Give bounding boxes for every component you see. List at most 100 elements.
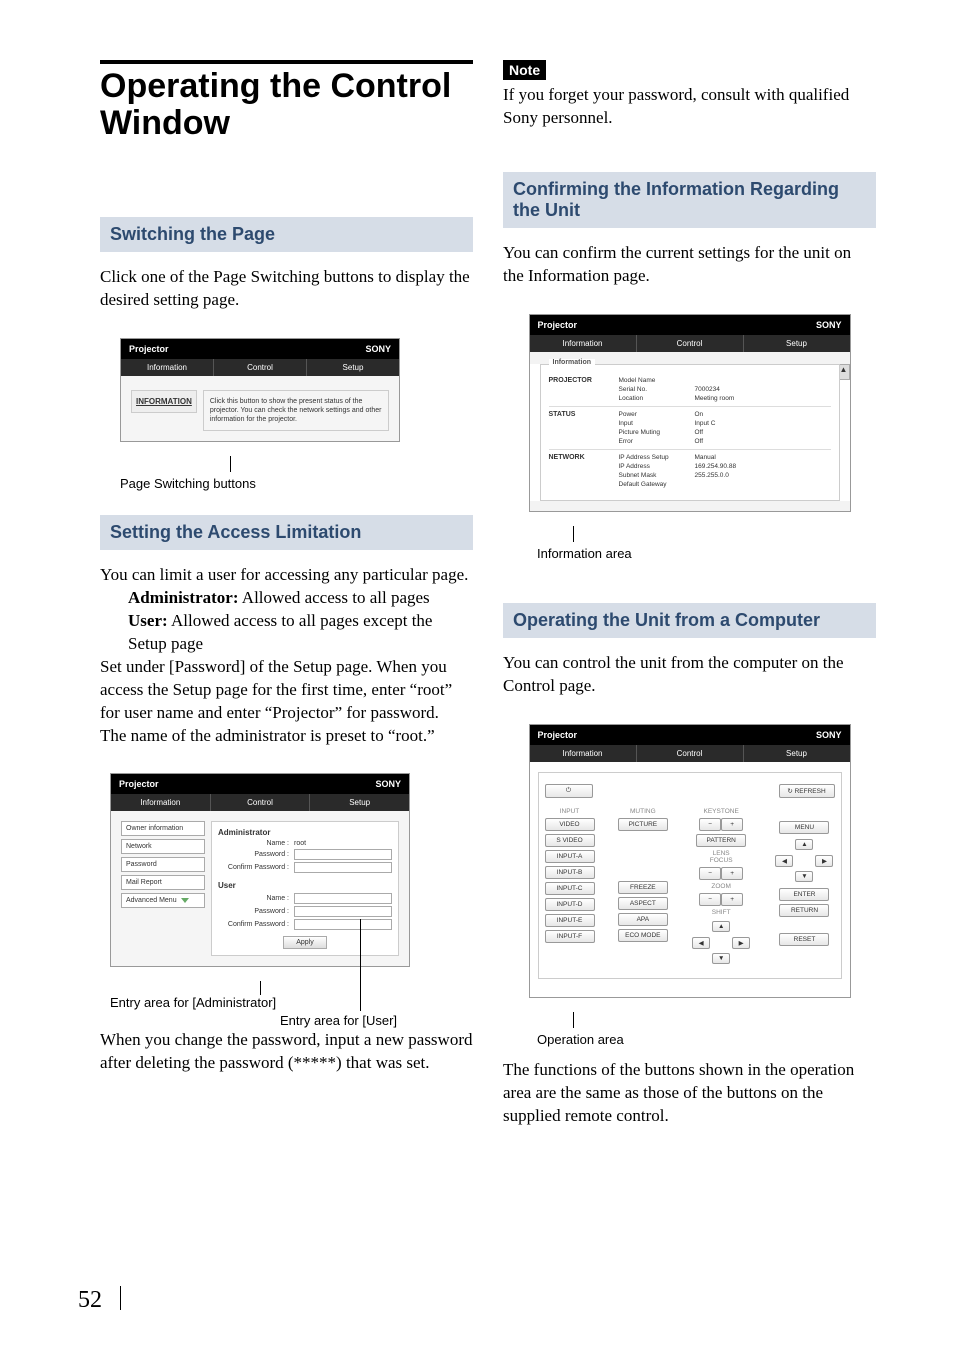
- admin-text: Allowed access to all pages: [238, 588, 429, 607]
- aspect-button[interactable]: ASPECT: [618, 897, 668, 910]
- v-power: On: [695, 411, 831, 418]
- user-text: Allowed access to all pages except the S…: [128, 611, 432, 653]
- caption-user-area: Entry area for [User]: [280, 1013, 397, 1028]
- input-c[interactable]: INPUT-C: [545, 882, 595, 895]
- arrow-down-icon[interactable]: ▼: [795, 871, 813, 882]
- tab-setup[interactable]: Setup: [744, 335, 850, 352]
- confirm-intro: You can confirm the current settings for…: [503, 242, 876, 288]
- return-button[interactable]: RETURN: [779, 904, 829, 917]
- user-label: User:: [128, 611, 168, 630]
- note-text: If you forget your password, consult wit…: [503, 84, 876, 130]
- muting-picture[interactable]: PICTURE: [618, 818, 668, 831]
- tab-information[interactable]: Information: [121, 359, 214, 376]
- k-ip: IP Address: [619, 463, 691, 470]
- input-f[interactable]: INPUT-F: [545, 930, 595, 943]
- access-p3: The name of the administrator is preset …: [100, 725, 473, 748]
- section-switching: Switching the Page: [100, 217, 473, 252]
- tab-control[interactable]: Control: [637, 745, 744, 762]
- shift-right[interactable]: ▶: [732, 937, 750, 949]
- tab-setup[interactable]: Setup: [307, 359, 399, 376]
- side-mail-report[interactable]: Mail Report: [121, 875, 205, 890]
- shift-left[interactable]: ◀: [692, 937, 710, 949]
- brand-sony: SONY: [375, 779, 401, 789]
- access-intro: You can limit a user for accessing any p…: [100, 564, 473, 587]
- zoom-minus[interactable]: −: [699, 893, 721, 906]
- tab-setup[interactable]: Setup: [744, 745, 850, 762]
- focus-minus[interactable]: −: [699, 867, 721, 880]
- keystone-label: KEYSTONE: [704, 808, 739, 815]
- k-muting: Picture Muting: [619, 429, 691, 436]
- reset-button[interactable]: RESET: [779, 933, 829, 946]
- tab-control[interactable]: Control: [637, 335, 744, 352]
- tab-information[interactable]: Information: [530, 335, 637, 352]
- enter-button[interactable]: ENTER: [779, 888, 829, 901]
- lens-focus-label: LENS FOCUS: [710, 850, 733, 864]
- tab-control[interactable]: Control: [214, 359, 307, 376]
- eco-button[interactable]: ECO MODE: [618, 929, 668, 942]
- tab-information[interactable]: Information: [530, 745, 637, 762]
- refresh-button[interactable]: ↻ REFRESH: [779, 784, 835, 798]
- arrow-left-icon[interactable]: ◀: [775, 855, 793, 867]
- caption-page-switching: Page Switching buttons: [120, 476, 473, 491]
- access-p4: When you change the password, input a ne…: [100, 1029, 473, 1075]
- group-admin: Administrator: [218, 828, 392, 837]
- k-gateway: Default Gateway: [619, 481, 691, 488]
- arrow-right-icon[interactable]: ▶: [815, 855, 833, 867]
- v-serial: 7000234: [695, 386, 831, 393]
- tab-information[interactable]: Information: [111, 794, 211, 811]
- keystone-minus[interactable]: −: [699, 818, 721, 831]
- admin-name-value: root: [294, 840, 306, 847]
- apply-button[interactable]: Apply: [283, 936, 327, 949]
- admin-password-input[interactable]: [294, 849, 392, 860]
- shift-label: SHIFT: [712, 909, 731, 916]
- shift-down[interactable]: ▼: [712, 953, 730, 964]
- v-muting: Off: [695, 429, 831, 436]
- side-password[interactable]: Password: [121, 857, 205, 872]
- tab-setup[interactable]: Setup: [310, 794, 409, 811]
- v-model-name: [695, 377, 831, 384]
- user-password-input[interactable]: [294, 906, 392, 917]
- k-ip-setup: IP Address Setup: [619, 454, 691, 461]
- input-e[interactable]: INPUT-E: [545, 914, 595, 927]
- user-name-input[interactable]: [294, 893, 392, 904]
- operating-intro: You can control the unit from the comput…: [503, 652, 876, 698]
- zoom-plus[interactable]: +: [721, 893, 743, 906]
- power-button[interactable]: ⏻: [545, 784, 593, 798]
- input-svideo[interactable]: S VIDEO: [545, 834, 595, 847]
- k-serial: Serial No.: [619, 386, 691, 393]
- k-error: Error: [619, 438, 691, 445]
- keystone-plus[interactable]: +: [721, 818, 743, 831]
- operating-p2: The functions of the buttons shown in th…: [503, 1059, 876, 1128]
- information-button[interactable]: INFORMATION: [131, 390, 197, 413]
- input-a[interactable]: INPUT-A: [545, 850, 595, 863]
- v-error: Off: [695, 438, 831, 445]
- admin-confirm-input[interactable]: [294, 862, 392, 873]
- shift-up[interactable]: ▲: [712, 921, 730, 932]
- confirm-password-label: Confirm Password :: [218, 921, 294, 928]
- input-d[interactable]: INPUT-D: [545, 898, 595, 911]
- pattern-button[interactable]: PATTERN: [696, 834, 746, 847]
- tab-control[interactable]: Control: [211, 794, 311, 811]
- group-status: STATUS: [549, 411, 619, 445]
- focus-plus[interactable]: +: [721, 867, 743, 880]
- figure-page-switching: Projector SONY Information Control Setup…: [120, 338, 400, 442]
- input-video[interactable]: VIDEO: [545, 818, 595, 831]
- user-confirm-input[interactable]: [294, 919, 392, 930]
- information-desc: Click this button to show the present st…: [203, 390, 389, 431]
- confirm-password-label: Confirm Password :: [218, 864, 294, 871]
- zoom-label: ZOOM: [711, 883, 731, 890]
- page-rule: [120, 1286, 121, 1310]
- input-b[interactable]: INPUT-B: [545, 866, 595, 879]
- scrollbar-up[interactable]: ▲: [839, 364, 850, 380]
- group-projector: PROJECTOR: [549, 377, 619, 402]
- side-advanced-menu[interactable]: Advanced Menu: [121, 893, 205, 908]
- side-network[interactable]: Network: [121, 839, 205, 854]
- menu-button[interactable]: MENU: [779, 821, 829, 834]
- intro-switching: Click one of the Page Switching buttons …: [100, 266, 473, 312]
- freeze-button[interactable]: FREEZE: [618, 881, 668, 894]
- apa-button[interactable]: APA: [618, 913, 668, 926]
- group-network: NETWORK: [549, 454, 619, 488]
- side-owner-info[interactable]: Owner information: [121, 821, 205, 836]
- arrow-up-icon[interactable]: ▲: [795, 839, 813, 850]
- password-label: Password :: [218, 851, 294, 858]
